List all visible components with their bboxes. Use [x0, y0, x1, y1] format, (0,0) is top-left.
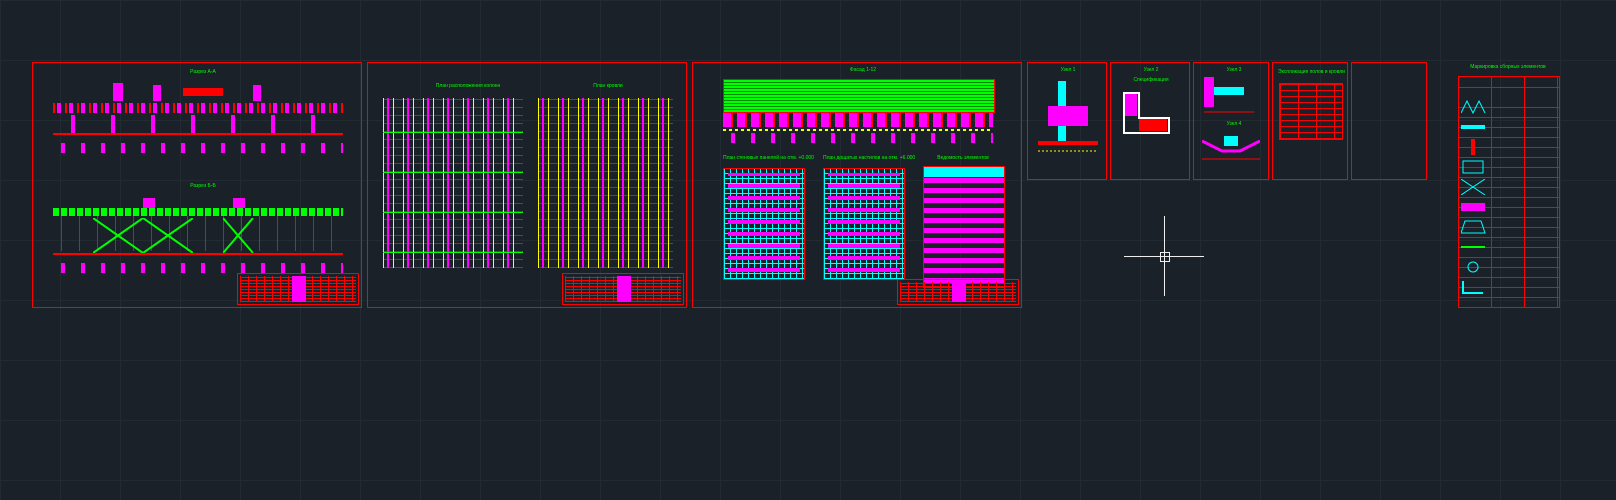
table-row	[1459, 157, 1559, 178]
detail-title: Узел 3	[1214, 67, 1254, 73]
foundation-icon	[1461, 219, 1487, 235]
node-detail-4	[1202, 131, 1260, 166]
purlin-icon	[1461, 239, 1487, 255]
plan-title: План стеновых панелей на отм. +0.000	[723, 155, 813, 161]
detail-subtitle: Узел 4	[1214, 121, 1254, 127]
detail-sheet-2[interactable]: Узел 2 Спецификация	[1110, 62, 1190, 180]
node-detail-2	[1119, 88, 1179, 143]
facade-title: Фасад 1-12	[823, 67, 903, 73]
section-b-b	[53, 198, 343, 278]
detail-sheet-3[interactable]: Узел 3 Узел 4	[1193, 62, 1269, 180]
drawing-sheet-3[interactable]: Фасад 1-12 План стеновых панелей на отм.…	[692, 62, 1022, 308]
axis-marks	[723, 133, 993, 143]
detail-sheet-5[interactable]	[1351, 62, 1427, 180]
panel-icon	[1461, 159, 1487, 175]
roof-plan	[538, 98, 673, 268]
x-brace-icon	[223, 218, 283, 253]
section-title: Разрез Б-Б	[163, 183, 243, 189]
plan-title: План дощатых настилов на отм. +6.000	[823, 155, 913, 161]
wall-panel-plan	[723, 168, 805, 280]
column-icon	[1461, 139, 1487, 155]
table-row	[1459, 177, 1559, 198]
detail-title: Узел 2	[1131, 67, 1171, 73]
table-title: Экспликация полов и кровли	[1278, 69, 1344, 75]
spec-subtitle: Спецификация	[1126, 77, 1176, 83]
element-legend-table[interactable]	[1458, 76, 1560, 308]
bolt-icon	[1461, 259, 1487, 275]
table-row	[1459, 137, 1559, 158]
plan-title: План расположения колонн	[408, 83, 528, 89]
detail-sheet-1[interactable]: Узел 1	[1027, 62, 1107, 180]
table-row	[1459, 97, 1559, 118]
table-row	[1459, 117, 1559, 138]
section-title: Разрез А-А	[163, 69, 243, 75]
beam-icon	[1461, 119, 1487, 135]
detail-sheet-4[interactable]: Экспликация полов и кровли	[1272, 62, 1348, 180]
table-row	[1459, 237, 1559, 258]
title-block	[562, 273, 684, 305]
table-row	[1459, 277, 1559, 298]
floor-roof-schedule	[1279, 83, 1343, 140]
table-row	[1459, 197, 1559, 218]
deck-plan	[823, 168, 905, 280]
title-block	[237, 273, 359, 305]
spec-title: Ведомость элементов	[923, 155, 1003, 161]
x-brace-icon	[93, 218, 193, 253]
table-row	[1459, 217, 1559, 238]
section-a-a	[53, 83, 343, 153]
angle-icon	[1461, 279, 1487, 295]
node-detail-3	[1204, 77, 1254, 117]
table-row	[1459, 257, 1559, 278]
element-schedule	[923, 166, 1005, 288]
slab-icon	[1461, 199, 1487, 215]
node-detail-1	[1038, 81, 1098, 161]
side-title: Маркировка сборных элементов	[1458, 64, 1558, 70]
detail-title: Узел 1	[1048, 67, 1088, 73]
title-block	[897, 279, 1019, 305]
drawing-sheet-2[interactable]: План расположения колонн План кровли	[367, 62, 687, 308]
plan-title: План кровли	[568, 83, 648, 89]
truss-icon	[1461, 99, 1487, 115]
drawing-sheet-1[interactable]: Разрез А-А Разрез Б-Б	[32, 62, 362, 308]
facade-elevation	[723, 79, 995, 113]
brace-icon	[1461, 179, 1487, 195]
